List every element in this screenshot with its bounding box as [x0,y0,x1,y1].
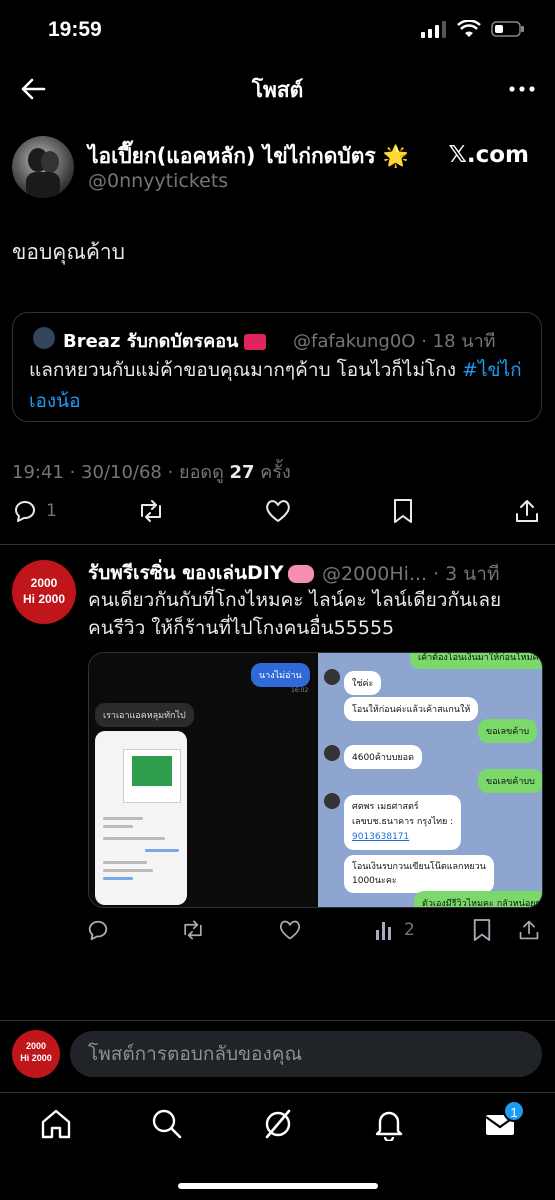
like-button[interactable] [278,918,302,942]
grok-icon[interactable] [261,1107,295,1141]
post-meta: 19:41 · 30/10/68 · ยอดดู 27 ครั้ง [12,462,291,483]
ticket-icon [244,334,267,350]
chat-screenshot-left: นางไม่อ่าน 16:02 เราเอาแอคหลุมทักไป [89,653,318,907]
reply-icon [86,918,110,942]
home-icon[interactable] [39,1107,73,1141]
home-indicator [178,1183,378,1189]
my-avatar: 2000 Hi 2000 [12,1030,60,1078]
message-badge: 1 [503,1100,525,1122]
bottom-tab-bar [0,1092,555,1162]
quote-text: แลกหยวนกับแม่ค้าขอบคุณมากๆค้าบ โอนไวก็ไม… [29,359,522,412]
reply-button[interactable]: 1 [12,498,57,524]
reply-text: คนเดียวกันกับที่โกงไหมคะ ไลน์คะ ไลน์เดีย… [88,589,502,639]
view-count: 2 [404,920,415,940]
reply-button[interactable] [86,918,110,942]
battery-icon [491,20,525,38]
bookmark-button[interactable] [472,918,492,942]
chat-bubble: เราเอาแอคหลุมทักไป [95,703,194,727]
reply-actions: 2 [0,918,555,948]
author-handle[interactable]: @0nnyytickets [88,170,228,192]
chat-screenshot-right: เค้าต้องโอนเงินมาให้ก่อนไหมคะ ใช่ค่ะ โอน… [318,653,542,907]
view-count: 27 [229,462,255,483]
quote-author-name: Breaz รับกดบัตรคอน [63,326,267,355]
heart-icon [264,498,292,524]
share-icon [514,498,540,524]
signal-icon [421,20,447,38]
attached-image[interactable]: นางไม่อ่าน 16:02 เราเอาแอคหลุมทักไป เค้า… [88,652,543,908]
post-text: ขอบคุณค้าบ [12,240,125,264]
reply-icon [12,498,38,524]
divider [0,544,555,545]
share-button[interactable] [518,918,540,942]
ribbon-icon [287,564,314,583]
quoted-post[interactable]: Breaz รับกดบัตรคอน @fafakung0O · 18 นาที… [12,312,542,422]
author-name[interactable]: รับพรีเรซิ่น ของเล่นDIY [88,558,314,588]
bookmark-icon [392,498,414,524]
status-bar: 19:59 [0,0,555,60]
bookmark-icon [472,918,492,942]
top-nav: โพสต์ [0,62,555,116]
reply-input[interactable] [70,1031,542,1077]
status-time: 19:59 [48,18,102,41]
analytics-icon [374,918,396,942]
author-name[interactable]: ไอเปี๊ยก(แอคหลัก) ไข่ไก่กดบัตร 🌟 [88,140,409,173]
views-button[interactable]: 2 [374,918,415,942]
share-icon [518,918,540,942]
more-options-icon[interactable] [507,74,537,104]
status-icons [421,20,525,38]
bookmark-button[interactable] [392,498,414,524]
bell-icon[interactable] [372,1107,406,1141]
chat-bubble: นางไม่อ่าน [251,663,310,687]
avatar[interactable] [12,136,74,198]
avatar[interactable]: 2000 Hi 2000 [12,560,76,624]
page-title: โพสต์ [251,78,304,102]
phone-screenshot [95,731,187,905]
share-button[interactable] [514,498,540,524]
repost-button[interactable] [180,918,206,942]
divider [0,1020,555,1021]
reply-count: 1 [46,501,57,521]
heart-icon [278,918,302,942]
author-handle[interactable]: @2000Hi... · 3 นาที [322,559,499,589]
quote-author-handle: @fafakung0O · 18 นาที [293,331,496,352]
search-icon[interactable] [150,1107,184,1141]
wifi-icon [457,20,481,38]
x-watermark: 𝕏.com [448,142,529,168]
quote-avatar [33,327,55,349]
repost-button[interactable] [136,498,166,524]
like-button[interactable] [264,498,292,524]
repost-icon [180,918,206,942]
repost-icon [136,498,166,524]
post-actions: 1 [0,498,555,534]
